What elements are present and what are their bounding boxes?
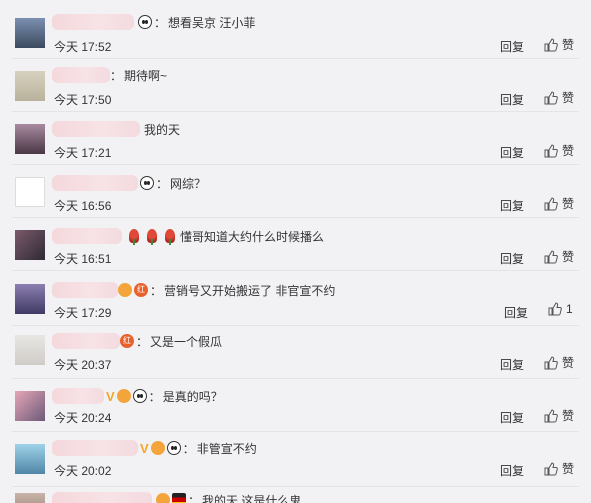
comment-time: 今天 20:02 [54, 464, 112, 478]
flag-icon [172, 493, 186, 503]
comment-row: 红 ：又是一个假瓜 今天 20:37 回复 赞 [0, 325, 591, 379]
username-mask[interactable] [52, 282, 118, 298]
comment-row: V ：是真的吗？ 今天 20:24 回复 赞 [0, 378, 591, 432]
thumbs-up-icon [544, 37, 558, 52]
comment-text: V ：是真的吗？ [106, 388, 223, 404]
comment-row: V ：非管宣不约 今天 20:02 回复 赞 [0, 431, 591, 487]
thumbs-up-icon [544, 355, 558, 370]
username-mask[interactable] [52, 14, 134, 30]
like-button[interactable]: 赞 [544, 407, 574, 424]
panda-emoji-icon [132, 389, 147, 403]
comment-text: ：网综？ [140, 173, 206, 193]
like-button[interactable]: 赞 [544, 142, 574, 159]
verified-v-icon: V [140, 440, 149, 456]
thumbs-up-icon [544, 408, 558, 423]
reply-button[interactable]: 回复 [500, 356, 524, 373]
like-button[interactable]: 赞 [544, 354, 574, 371]
hong-badge-icon: 红 [134, 283, 148, 297]
avatar[interactable] [15, 335, 45, 365]
reply-button[interactable]: 回复 [500, 197, 524, 214]
verified-v-icon: V [106, 388, 115, 404]
avatar[interactable] [15, 444, 45, 474]
like-button[interactable]: 赞 [544, 89, 574, 106]
hong-badge-icon: 红 [120, 334, 134, 348]
comment-row: 懂哥知道大约什么时候播么 今天 16:51 回复 赞 [0, 217, 591, 271]
comment-text: ：想看吴京 汪小菲 [138, 12, 255, 32]
thumbs-up-icon [544, 249, 558, 264]
reply-button[interactable]: 回复 [500, 250, 524, 267]
username-mask[interactable] [52, 440, 138, 456]
comment-time: 今天 20:24 [54, 411, 112, 425]
avatar[interactable] [15, 230, 45, 260]
thumbs-up-icon [544, 143, 558, 158]
thumbs-up-icon [544, 461, 558, 476]
comment-row: ：我的天 这是什么鬼 [0, 488, 591, 503]
avatar[interactable] [15, 71, 45, 101]
comment-time: 今天 17:29 [54, 306, 112, 320]
reply-button[interactable]: 回复 [500, 462, 524, 479]
rose-emoji-icon [147, 229, 157, 245]
panda-emoji-icon [140, 176, 154, 190]
comment-text: 我的天 [144, 122, 181, 137]
avatar[interactable] [15, 284, 45, 314]
comment-text: ：期待啊~ [110, 68, 168, 83]
comment-time: 今天 16:56 [54, 199, 112, 213]
comment-row: ：想看吴京 汪小菲 今天 17:52 回复 赞 [0, 0, 591, 59]
comment-time: 今天 17:52 [54, 40, 112, 54]
panda-emoji-icon [138, 15, 152, 29]
comment-text: V ：非管宣不约 [140, 440, 257, 456]
comment-row: ：期待啊~ 今天 17:50 回复 赞 [0, 58, 591, 112]
avatar[interactable] [15, 18, 45, 48]
fan-badge-icon [118, 283, 132, 297]
username-mask[interactable] [52, 228, 122, 244]
fan-badge-icon [116, 389, 131, 403]
reply-button[interactable]: 回复 [500, 91, 524, 108]
comment-row: 红 ：营销号又开始搬运了 非官宣不约 今天 17:29 回复 1 [0, 270, 591, 326]
rose-emoji-icon [165, 229, 175, 245]
username-mask[interactable] [52, 333, 120, 349]
reply-button[interactable]: 回复 [500, 409, 524, 426]
comment-time: 今天 17:21 [54, 146, 112, 160]
avatar[interactable] [15, 124, 45, 154]
reply-button[interactable]: 回复 [500, 38, 524, 55]
like-button[interactable]: 赞 [544, 195, 574, 212]
comment-text: 懂哥知道大约什么时候播么 [126, 226, 324, 246]
comment-row: 我的天 今天 17:21 回复 赞 [0, 111, 591, 165]
username-mask[interactable] [52, 67, 110, 83]
fan-badge-icon [150, 441, 165, 455]
username-mask[interactable] [52, 388, 104, 404]
like-button[interactable]: 赞 [544, 248, 574, 265]
comment-text: 红 ：营销号又开始搬运了 非官宣不约 [118, 280, 335, 300]
avatar[interactable] [15, 391, 45, 421]
thumbs-up-icon [544, 196, 558, 211]
divider [12, 486, 579, 487]
username-mask[interactable] [52, 121, 140, 137]
comment-text: ：我的天 这是什么鬼 [156, 490, 301, 503]
username-mask[interactable] [52, 492, 152, 503]
fan-badge-icon [156, 493, 170, 503]
comment-time: 今天 17:50 [54, 93, 112, 107]
username-mask[interactable] [52, 175, 138, 191]
comment-row: ：网综？ 今天 16:56 回复 赞 [0, 164, 591, 218]
like-button[interactable]: 赞 [544, 36, 574, 53]
like-button[interactable]: 1 [548, 302, 573, 316]
reply-button[interactable]: 回复 [504, 304, 528, 321]
reply-button[interactable]: 回复 [500, 144, 524, 161]
avatar[interactable] [15, 177, 45, 207]
like-button[interactable]: 赞 [544, 460, 574, 477]
comment-time: 今天 20:37 [54, 358, 112, 372]
rose-emoji-icon [129, 229, 139, 245]
comment-time: 今天 16:51 [54, 252, 112, 266]
avatar[interactable] [15, 493, 45, 503]
thumbs-up-icon [544, 90, 558, 105]
panda-emoji-icon [166, 441, 181, 455]
comment-text: 红 ：又是一个假瓜 [120, 331, 222, 351]
thumbs-up-icon [548, 302, 562, 316]
